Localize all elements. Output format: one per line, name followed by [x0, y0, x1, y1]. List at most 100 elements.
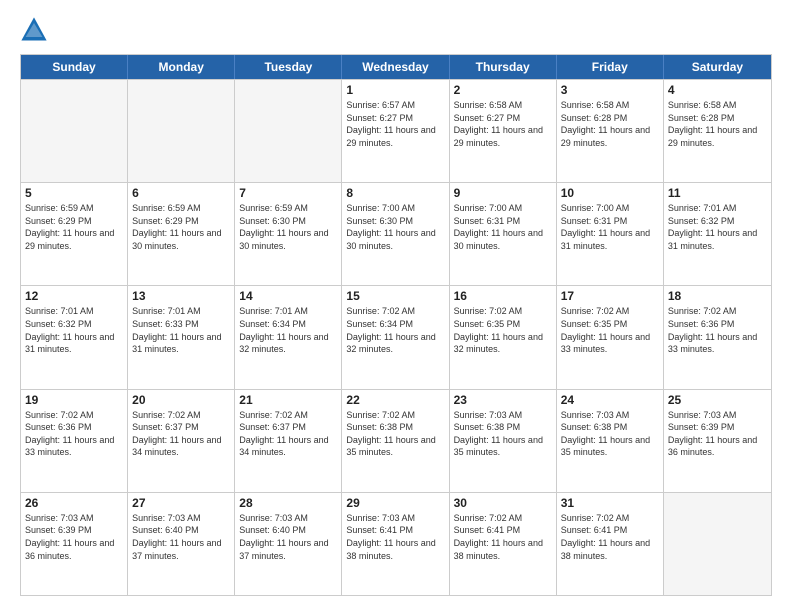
calendar-cell: 26 Sunrise: 7:03 AMSunset: 6:39 PMDayligh…	[21, 493, 128, 595]
day-info: Sunrise: 7:02 AMSunset: 6:35 PMDaylight:…	[454, 305, 552, 355]
day-info: Sunrise: 7:01 AMSunset: 6:32 PMDaylight:…	[668, 202, 767, 252]
calendar-cell: 21 Sunrise: 7:02 AMSunset: 6:37 PMDayligh…	[235, 390, 342, 492]
day-number: 2	[454, 83, 552, 97]
calendar-cell: 4Sunrise: 6:58 AMSunset: 6:28 PMDaylight…	[664, 80, 771, 182]
day-number: 19	[25, 393, 123, 407]
calendar-row-1: 5 Sunrise: 6:59 AMSunset: 6:29 PMDaylight…	[21, 182, 771, 285]
day-info: Sunrise: 6:59 AMSunset: 6:30 PMDaylight:…	[239, 202, 337, 252]
day-info: Sunrise: 7:02 AMSunset: 6:35 PMDaylight:…	[561, 305, 659, 355]
weekday-header-monday: Monday	[128, 55, 235, 79]
weekday-header-tuesday: Tuesday	[235, 55, 342, 79]
day-number: 31	[561, 496, 659, 510]
day-number: 30	[454, 496, 552, 510]
calendar-row-0: 1 Sunrise: 6:57 AMSunset: 6:27 PMDaylight…	[21, 79, 771, 182]
day-info: Sunrise: 6:57 AMSunset: 6:27 PMDaylight:…	[346, 99, 444, 149]
day-number: 14	[239, 289, 337, 303]
calendar-cell: 20 Sunrise: 7:02 AMSunset: 6:37 PMDayligh…	[128, 390, 235, 492]
logo	[20, 16, 52, 44]
day-info: Sunrise: 7:02 AMSunset: 6:41 PMDaylight:…	[561, 512, 659, 562]
calendar: SundayMondayTuesdayWednesdayThursdayFrid…	[20, 54, 772, 596]
day-info: Sunrise: 7:01 AMSunset: 6:34 PMDaylight:…	[239, 305, 337, 355]
day-number: 4	[668, 83, 767, 97]
day-info: Sunrise: 6:58 AMSunset: 6:28 PMDaylight:…	[561, 99, 659, 149]
day-info: Sunrise: 7:03 AMSunset: 6:40 PMDaylight:…	[132, 512, 230, 562]
calendar-cell: 22 Sunrise: 7:02 AMSunset: 6:38 PMDayligh…	[342, 390, 449, 492]
weekday-header-wednesday: Wednesday	[342, 55, 449, 79]
calendar-cell: 2 Sunrise: 6:58 AMSunset: 6:27 PMDaylight…	[450, 80, 557, 182]
calendar-cell	[128, 80, 235, 182]
calendar-cell: 11 Sunrise: 7:01 AMSunset: 6:32 PMDayligh…	[664, 183, 771, 285]
day-number: 24	[561, 393, 659, 407]
calendar-cell: 9 Sunrise: 7:00 AMSunset: 6:31 PMDaylight…	[450, 183, 557, 285]
day-number: 6	[132, 186, 230, 200]
day-info: Sunrise: 7:02 AMSunset: 6:37 PMDaylight:…	[239, 409, 337, 459]
day-info: Sunrise: 7:02 AMSunset: 6:37 PMDaylight:…	[132, 409, 230, 459]
header	[20, 16, 772, 44]
calendar-cell: 27 Sunrise: 7:03 AMSunset: 6:40 PMDayligh…	[128, 493, 235, 595]
day-info: Sunrise: 7:02 AMSunset: 6:34 PMDaylight:…	[346, 305, 444, 355]
day-info: Sunrise: 6:59 AMSunset: 6:29 PMDaylight:…	[25, 202, 123, 252]
calendar-cell: 18Sunrise: 7:02 AMSunset: 6:36 PMDayligh…	[664, 286, 771, 388]
day-info: Sunrise: 6:58 AMSunset: 6:27 PMDaylight:…	[454, 99, 552, 149]
day-info: Sunrise: 7:03 AMSunset: 6:38 PMDaylight:…	[454, 409, 552, 459]
calendar-cell: 5 Sunrise: 6:59 AMSunset: 6:29 PMDaylight…	[21, 183, 128, 285]
day-number: 8	[346, 186, 444, 200]
calendar-body: 1 Sunrise: 6:57 AMSunset: 6:27 PMDaylight…	[21, 79, 771, 595]
day-number: 15	[346, 289, 444, 303]
calendar-header: SundayMondayTuesdayWednesdayThursdayFrid…	[21, 55, 771, 79]
day-number: 21	[239, 393, 337, 407]
day-info: Sunrise: 7:01 AMSunset: 6:33 PMDaylight:…	[132, 305, 230, 355]
page: SundayMondayTuesdayWednesdayThursdayFrid…	[0, 0, 792, 612]
day-info: Sunrise: 7:02 AMSunset: 6:36 PMDaylight:…	[25, 409, 123, 459]
calendar-cell: 13 Sunrise: 7:01 AMSunset: 6:33 PMDayligh…	[128, 286, 235, 388]
day-number: 27	[132, 496, 230, 510]
calendar-cell: 7Sunrise: 6:59 AMSunset: 6:30 PMDaylight…	[235, 183, 342, 285]
calendar-cell: 31 Sunrise: 7:02 AMSunset: 6:41 PMDayligh…	[557, 493, 664, 595]
calendar-row-3: 19 Sunrise: 7:02 AMSunset: 6:36 PMDayligh…	[21, 389, 771, 492]
day-number: 25	[668, 393, 767, 407]
day-info: Sunrise: 7:02 AMSunset: 6:41 PMDaylight:…	[454, 512, 552, 562]
day-number: 1	[346, 83, 444, 97]
day-info: Sunrise: 7:00 AMSunset: 6:30 PMDaylight:…	[346, 202, 444, 252]
day-info: Sunrise: 7:01 AMSunset: 6:32 PMDaylight:…	[25, 305, 123, 355]
day-number: 12	[25, 289, 123, 303]
day-info: Sunrise: 7:03 AMSunset: 6:38 PMDaylight:…	[561, 409, 659, 459]
day-number: 5	[25, 186, 123, 200]
calendar-row-4: 26 Sunrise: 7:03 AMSunset: 6:39 PMDayligh…	[21, 492, 771, 595]
calendar-cell: 17 Sunrise: 7:02 AMSunset: 6:35 PMDayligh…	[557, 286, 664, 388]
day-number: 22	[346, 393, 444, 407]
weekday-header-saturday: Saturday	[664, 55, 771, 79]
day-number: 26	[25, 496, 123, 510]
weekday-header-friday: Friday	[557, 55, 664, 79]
day-number: 9	[454, 186, 552, 200]
calendar-cell: 14 Sunrise: 7:01 AMSunset: 6:34 PMDayligh…	[235, 286, 342, 388]
day-number: 20	[132, 393, 230, 407]
day-info: Sunrise: 7:02 AMSunset: 6:38 PMDaylight:…	[346, 409, 444, 459]
day-number: 17	[561, 289, 659, 303]
day-number: 13	[132, 289, 230, 303]
day-info: Sunrise: 7:03 AMSunset: 6:39 PMDaylight:…	[668, 409, 767, 459]
day-number: 3	[561, 83, 659, 97]
calendar-cell: 25 Sunrise: 7:03 AMSunset: 6:39 PMDayligh…	[664, 390, 771, 492]
day-info: Sunrise: 7:00 AMSunset: 6:31 PMDaylight:…	[454, 202, 552, 252]
calendar-cell: 24 Sunrise: 7:03 AMSunset: 6:38 PMDayligh…	[557, 390, 664, 492]
day-info: Sunrise: 7:02 AMSunset: 6:36 PMDaylight:…	[668, 305, 767, 355]
calendar-cell: 30 Sunrise: 7:02 AMSunset: 6:41 PMDayligh…	[450, 493, 557, 595]
day-info: Sunrise: 7:03 AMSunset: 6:40 PMDaylight:…	[239, 512, 337, 562]
day-number: 11	[668, 186, 767, 200]
day-number: 10	[561, 186, 659, 200]
calendar-cell: 29Sunrise: 7:03 AMSunset: 6:41 PMDayligh…	[342, 493, 449, 595]
calendar-cell: 28Sunrise: 7:03 AMSunset: 6:40 PMDayligh…	[235, 493, 342, 595]
calendar-cell: 6Sunrise: 6:59 AMSunset: 6:29 PMDaylight…	[128, 183, 235, 285]
weekday-header-thursday: Thursday	[450, 55, 557, 79]
day-info: Sunrise: 7:00 AMSunset: 6:31 PMDaylight:…	[561, 202, 659, 252]
day-info: Sunrise: 7:03 AMSunset: 6:41 PMDaylight:…	[346, 512, 444, 562]
logo-icon	[20, 16, 48, 44]
calendar-cell: 1 Sunrise: 6:57 AMSunset: 6:27 PMDaylight…	[342, 80, 449, 182]
calendar-cell: 19 Sunrise: 7:02 AMSunset: 6:36 PMDayligh…	[21, 390, 128, 492]
day-number: 23	[454, 393, 552, 407]
calendar-cell	[235, 80, 342, 182]
calendar-cell: 8 Sunrise: 7:00 AMSunset: 6:30 PMDaylight…	[342, 183, 449, 285]
weekday-header-sunday: Sunday	[21, 55, 128, 79]
day-info: Sunrise: 7:03 AMSunset: 6:39 PMDaylight:…	[25, 512, 123, 562]
